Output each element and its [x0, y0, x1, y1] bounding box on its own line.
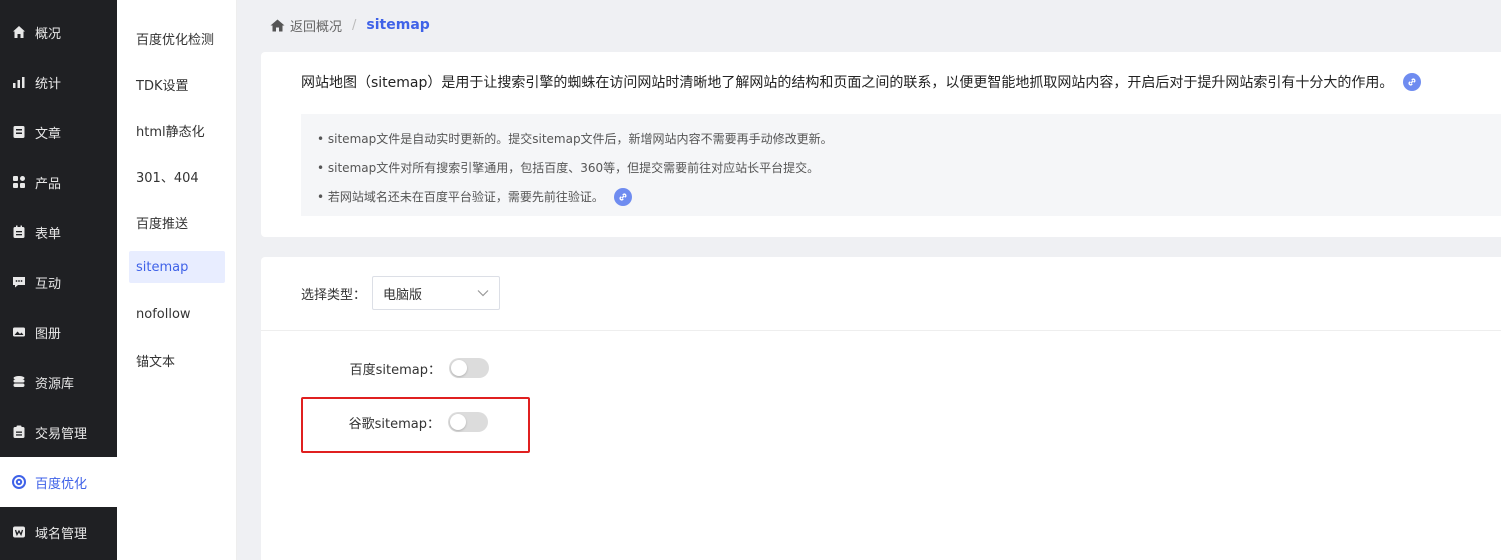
- sidebar-item-stats[interactable]: 统计: [0, 57, 117, 107]
- sidebar-item-label: 百度优化: [35, 476, 88, 492]
- tip-text: • sitemap文件是自动实时更新的。提交sitemap文件后，新增网站内容不…: [317, 132, 833, 146]
- sidebar-item-label: 统计: [35, 76, 62, 92]
- sidebar-item-domain[interactable]: 域名管理: [0, 507, 117, 557]
- page-title: sitemap: [366, 17, 430, 33]
- sidebar-item-resources[interactable]: 资源库: [0, 357, 117, 407]
- submenu-item-label: TDK设置: [136, 78, 189, 94]
- verify-link-icon[interactable]: [613, 187, 632, 206]
- baidu-sitemap-label: 百度sitemap：: [349, 362, 441, 378]
- submenu-item-redirect[interactable]: 301、404: [129, 160, 225, 192]
- baidu-sitemap-toggle[interactable]: [449, 358, 489, 378]
- submenu-item-label: sitemap: [136, 259, 189, 275]
- chevron-down-icon: [477, 289, 489, 297]
- link-icon[interactable]: [1403, 73, 1422, 91]
- sidebar-item-album[interactable]: 图册: [0, 307, 117, 357]
- sidebar-item-label: 域名管理: [35, 526, 88, 542]
- submenu-item-baidu-check[interactable]: 百度优化检测: [129, 22, 225, 54]
- back-to-overview-link[interactable]: 返回概况: [270, 16, 342, 35]
- tip-item: • sitemap文件对所有搜索引擎通用，包括百度、360等，但提交需要前往对应…: [317, 153, 1485, 182]
- domain-icon: [11, 524, 27, 540]
- tip-text: • sitemap文件对所有搜索引擎通用，包括百度、360等，但提交需要前往对应…: [317, 161, 820, 175]
- tip-item: • 若网站域名还未在百度平台验证，需要先前往验证。: [317, 182, 1485, 211]
- sidebar-item-product[interactable]: 产品: [0, 157, 117, 207]
- google-sitemap-row: 谷歌sitemap：: [340, 412, 488, 432]
- sitemap-intro: 网站地图（sitemap）是用于让搜索引擎的蜘蛛在访问网站时清晰地了解网站的结构…: [301, 72, 1422, 92]
- baidu-sitemap-row: 百度sitemap：: [341, 358, 489, 378]
- submenu-item-nofollow[interactable]: nofollow: [129, 298, 225, 330]
- main-sidebar: 概况 统计 文章 产品 表单 互动 图册 资源库 交易管理 百度优化 域名管理: [0, 0, 117, 560]
- intro-text: 网站地图（sitemap）是用于让搜索引擎的蜘蛛在访问网站时清晰地了解网站的结构…: [301, 75, 1394, 91]
- breadcrumb-separator: /: [352, 17, 357, 33]
- breadcrumb: 返回概况 / sitemap: [270, 14, 430, 36]
- submenu-item-baidu-push[interactable]: 百度推送: [129, 206, 225, 238]
- chat-icon: [11, 274, 27, 290]
- section-divider: [261, 330, 1501, 331]
- sidebar-item-label: 表单: [35, 226, 62, 242]
- product-icon: [11, 174, 27, 190]
- sitemap-tips: • sitemap文件是自动实时更新的。提交sitemap文件后，新增网站内容不…: [301, 114, 1501, 216]
- google-sitemap-label: 谷歌sitemap：: [348, 416, 440, 432]
- submenu-item-label: 百度推送: [136, 216, 189, 232]
- submenu-item-label: nofollow: [136, 306, 191, 322]
- submenu-item-anchor-text[interactable]: 锚文本: [129, 344, 225, 376]
- type-selector-row: 选择类型： 电脑版: [301, 276, 501, 310]
- sidebar-item-label: 产品: [35, 176, 62, 192]
- home-icon: [11, 24, 27, 40]
- seo-submenu: 百度优化检测 TDK设置 html静态化 301、404 百度推送 sitema…: [117, 0, 237, 560]
- tip-item: • sitemap文件是自动实时更新的。提交sitemap文件后，新增网站内容不…: [317, 124, 1485, 153]
- submenu-item-html-static[interactable]: html静态化: [129, 114, 225, 146]
- submenu-item-label: 百度优化检测: [136, 32, 215, 48]
- sidebar-item-article[interactable]: 文章: [0, 107, 117, 157]
- tip-text: • 若网站域名还未在百度平台验证，需要先前往验证。: [317, 190, 604, 204]
- seo-icon: [11, 474, 27, 490]
- sidebar-item-label: 交易管理: [35, 426, 88, 442]
- submenu-item-sitemap[interactable]: sitemap: [129, 251, 225, 283]
- type-select[interactable]: 电脑版: [372, 276, 501, 310]
- database-icon: [11, 374, 27, 390]
- sidebar-item-label: 图册: [35, 326, 62, 342]
- sidebar-item-trade[interactable]: 交易管理: [0, 407, 117, 457]
- submenu-item-label: 301、404: [136, 170, 199, 186]
- sitemap-info-card: 网站地图（sitemap）是用于让搜索引擎的蜘蛛在访问网站时清晰地了解网站的结构…: [261, 52, 1501, 237]
- form-icon: [11, 224, 27, 240]
- type-select-value: 电脑版: [383, 287, 423, 303]
- back-label: 返回概况: [290, 19, 343, 35]
- article-icon: [11, 124, 27, 140]
- sidebar-item-label: 文章: [35, 126, 62, 142]
- submenu-item-label: html静态化: [136, 124, 205, 140]
- stats-icon: [11, 74, 27, 90]
- type-label: 选择类型：: [301, 287, 367, 303]
- album-icon: [11, 324, 27, 340]
- toggle-knob: [450, 414, 466, 430]
- sidebar-item-overview[interactable]: 概况: [0, 7, 117, 57]
- sidebar-item-label: 概况: [35, 26, 62, 42]
- google-sitemap-toggle[interactable]: [448, 412, 488, 432]
- sidebar-item-form[interactable]: 表单: [0, 207, 117, 257]
- submenu-item-tdk[interactable]: TDK设置: [129, 68, 225, 100]
- sidebar-item-label: 资源库: [35, 376, 75, 392]
- sidebar-item-interaction[interactable]: 互动: [0, 257, 117, 307]
- sidebar-item-label: 互动: [35, 276, 62, 292]
- toggle-knob: [451, 360, 467, 376]
- sitemap-settings-card: 选择类型： 电脑版 百度sitemap： 谷歌sitemap：: [261, 257, 1501, 560]
- home-icon: [270, 19, 290, 32]
- submenu-item-label: 锚文本: [136, 354, 176, 370]
- sidebar-item-baidu-seo[interactable]: 百度优化: [0, 457, 117, 507]
- trade-icon: [11, 424, 27, 440]
